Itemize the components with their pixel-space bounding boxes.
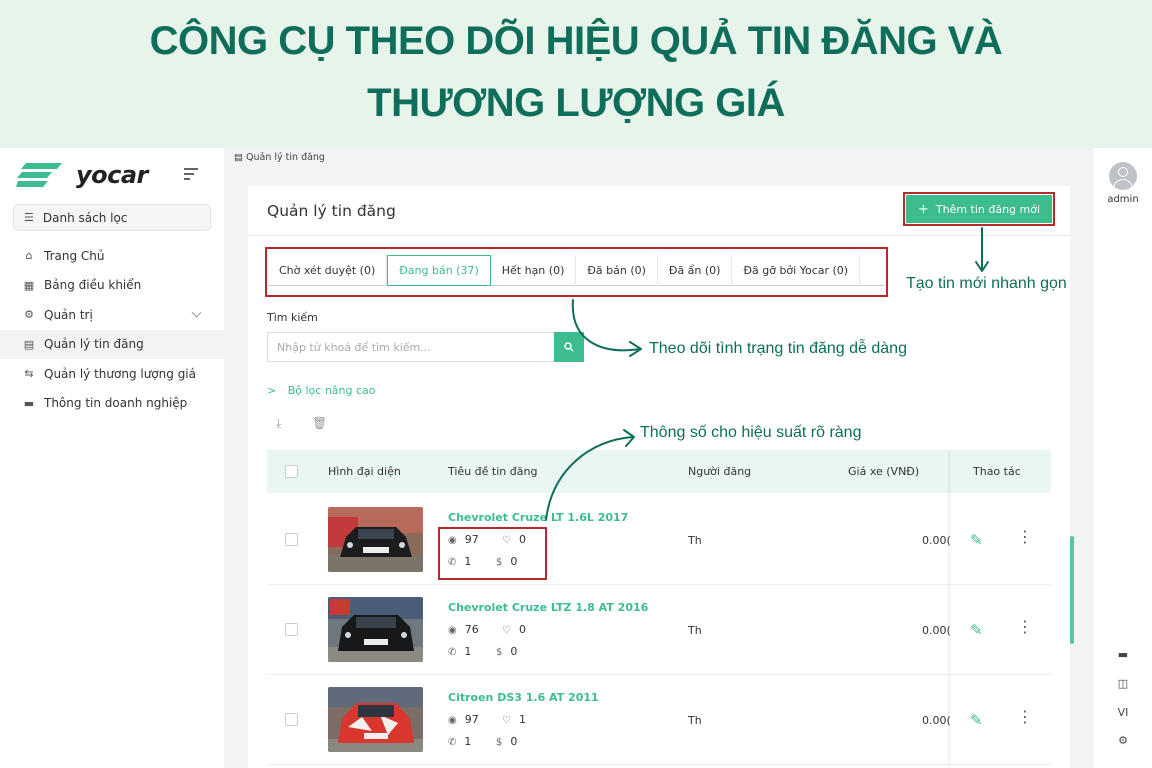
annotation-arrows <box>545 227 989 521</box>
arrow-stats <box>545 436 634 521</box>
